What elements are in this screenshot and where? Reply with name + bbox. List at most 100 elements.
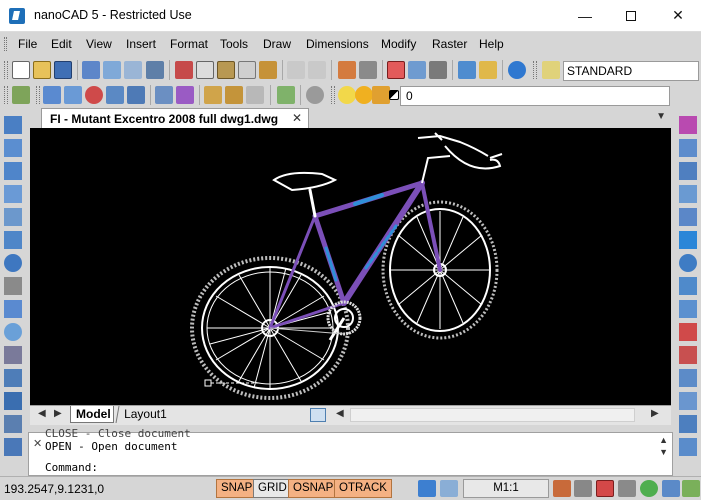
stretch-icon[interactable] <box>679 300 697 318</box>
menu-format[interactable]: Format <box>170 37 208 51</box>
paste-icon[interactable] <box>217 61 235 79</box>
regen-status-icon[interactable] <box>640 480 658 497</box>
circle-icon[interactable] <box>4 254 22 272</box>
no-snap-icon[interactable] <box>85 86 103 104</box>
copy-object-icon[interactable] <box>679 139 697 157</box>
drawing-canvas[interactable] <box>30 128 671 405</box>
menu-tools[interactable]: Tools <box>220 37 248 51</box>
aligned-dimension-icon[interactable] <box>106 86 124 104</box>
tab-list-dropdown-icon[interactable]: ▼ <box>656 111 666 122</box>
hatch-icon[interactable] <box>4 346 22 364</box>
zoom-previous-icon[interactable] <box>408 61 426 79</box>
multiline-text-icon[interactable] <box>4 438 22 456</box>
rectangle-icon[interactable] <box>4 208 22 226</box>
linear-dimension-icon[interactable] <box>64 86 82 104</box>
toggle-layout-icon[interactable] <box>310 408 326 422</box>
paper-space-icon[interactable] <box>440 480 458 497</box>
spline-icon[interactable] <box>4 300 22 318</box>
text-edit-icon[interactable] <box>176 86 194 104</box>
zoom-window-icon[interactable] <box>387 61 405 79</box>
point-icon[interactable] <box>4 415 22 433</box>
polyline-icon[interactable] <box>4 162 22 180</box>
erase-icon[interactable] <box>679 116 697 134</box>
sheet-set-icon[interactable] <box>82 61 100 79</box>
menu-view[interactable]: View <box>86 37 112 51</box>
help-icon[interactable] <box>508 61 526 79</box>
scale-icon[interactable] <box>679 277 697 295</box>
line-icon[interactable] <box>4 116 22 134</box>
document-tab[interactable]: FI - Mutant Excentro 2008 full dwg1.dwg … <box>41 108 309 128</box>
print-icon[interactable] <box>146 61 164 79</box>
ellipse-icon[interactable] <box>4 323 22 341</box>
close-command-icon[interactable]: ✕ <box>33 437 42 450</box>
menu-dimensions[interactable]: Dimensions <box>306 37 369 51</box>
print-preview-icon[interactable] <box>103 61 121 79</box>
text-style-icon[interactable] <box>542 61 560 79</box>
redo-icon[interactable] <box>308 61 326 79</box>
join-icon[interactable] <box>679 392 697 410</box>
menu-help[interactable]: Help <box>479 37 504 51</box>
text-style-select[interactable]: STANDARD <box>563 61 699 81</box>
offset-icon[interactable] <box>679 185 697 203</box>
fillet-icon[interactable] <box>679 438 697 456</box>
close-document-button[interactable]: ✕ <box>292 111 302 125</box>
measure-distance-icon[interactable] <box>458 61 476 79</box>
rotate-icon[interactable] <box>679 254 697 272</box>
move-icon[interactable] <box>679 231 697 249</box>
pan-icon[interactable] <box>338 61 356 79</box>
extend-icon[interactable] <box>679 346 697 364</box>
command-window[interactable]: ✕ CLOSE - Close document OPEN - Open doc… <box>28 427 673 476</box>
cut-icon[interactable] <box>175 61 193 79</box>
create-block-icon[interactable] <box>225 86 243 104</box>
toolbar-grip[interactable] <box>4 86 8 104</box>
chevron-down-icon[interactable]: ▼ <box>659 447 668 457</box>
paste-special-icon[interactable] <box>238 61 256 79</box>
zoom-status-icon[interactable] <box>574 480 592 497</box>
revision-cloud-icon[interactable] <box>4 277 22 295</box>
angular-dimension-icon[interactable] <box>155 86 173 104</box>
menu-raster[interactable]: Raster <box>432 37 467 51</box>
toolbar-grip[interactable] <box>331 86 335 104</box>
open-folder-icon[interactable] <box>33 61 51 79</box>
grid-toggle[interactable]: GRID <box>253 479 292 498</box>
trim-icon[interactable] <box>679 323 697 341</box>
arc-icon[interactable] <box>4 231 22 249</box>
annotation-scale[interactable]: M1:1 <box>463 479 549 498</box>
pan-status-icon[interactable] <box>553 480 571 497</box>
toolbar-grip[interactable] <box>533 61 537 79</box>
copy-icon[interactable] <box>196 61 214 79</box>
tab-scroll-right-icon[interactable]: ▶ <box>54 408 62 419</box>
measure-tape-icon[interactable] <box>479 61 497 79</box>
save-icon[interactable] <box>54 61 72 79</box>
table-icon[interactable] <box>4 392 22 410</box>
otrack-toggle[interactable]: OTRACK <box>334 479 392 498</box>
attribute-icon[interactable] <box>246 86 264 104</box>
mirror-icon[interactable] <box>679 162 697 180</box>
snap-toggle[interactable]: SNAP <box>216 479 258 498</box>
undo-icon[interactable] <box>287 61 305 79</box>
new-file-icon[interactable] <box>12 61 30 79</box>
menu-file[interactable]: File <box>18 37 37 51</box>
scroll-right-icon[interactable]: ▶ <box>651 408 659 419</box>
osnap-toggle[interactable]: OSNAP <box>288 479 339 498</box>
region-icon[interactable] <box>4 369 22 387</box>
publish-icon[interactable] <box>124 61 142 79</box>
toolbar-grip[interactable] <box>36 86 40 104</box>
menu-draw[interactable]: Draw <box>263 37 291 51</box>
properties-status-icon[interactable] <box>682 480 700 497</box>
tab-model[interactable]: Model <box>70 406 114 423</box>
break-icon[interactable] <box>679 369 697 387</box>
close-button[interactable]: ✕ <box>655 0 701 31</box>
viewport-status-icon[interactable] <box>662 480 680 497</box>
maximize-button[interactable] <box>608 0 654 31</box>
zoom-realtime-icon[interactable] <box>359 61 377 79</box>
properties-icon[interactable] <box>277 86 295 104</box>
regenerate-icon[interactable] <box>306 86 324 104</box>
tab-scroll-left-icon[interactable]: ◀ <box>38 408 46 419</box>
polygon-icon[interactable] <box>4 185 22 203</box>
chamfer-icon[interactable] <box>679 415 697 433</box>
model-space-icon[interactable] <box>418 480 436 497</box>
light-bulb-icon[interactable] <box>338 86 356 104</box>
zoom-extents-status-icon[interactable] <box>618 480 636 497</box>
construction-line-icon[interactable] <box>4 139 22 157</box>
